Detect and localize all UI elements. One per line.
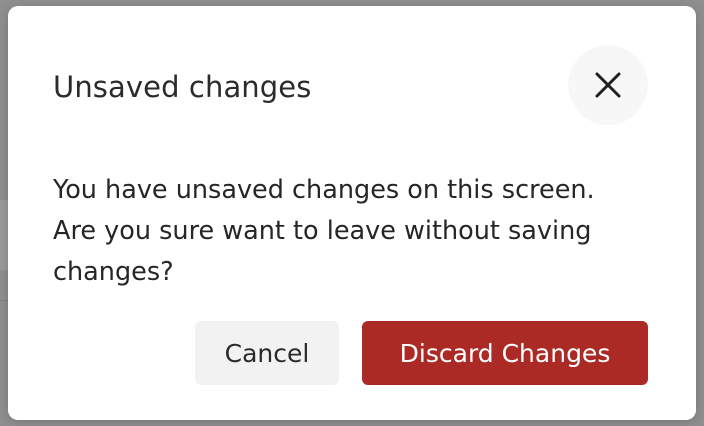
close-icon: [595, 72, 621, 98]
close-button[interactable]: [568, 45, 648, 125]
dialog-title: Unsaved changes: [53, 70, 312, 104]
unsaved-changes-dialog: Unsaved changes You have unsaved changes…: [8, 6, 696, 420]
backdrop-panel: [0, 200, 8, 270]
dialog-message: You have unsaved changes on this screen.…: [53, 175, 595, 287]
cancel-button[interactable]: Cancel: [195, 321, 339, 385]
discard-changes-button[interactable]: Discard Changes: [362, 321, 648, 385]
backdrop-divider: [0, 300, 8, 301]
